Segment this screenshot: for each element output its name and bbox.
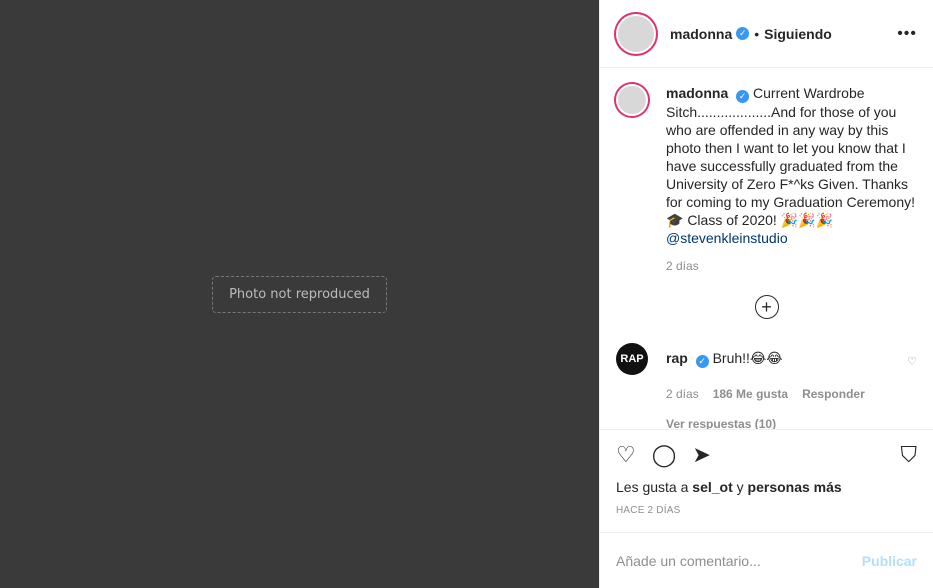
- likes-others[interactable]: personas más: [748, 479, 842, 495]
- comment-meta: 2 días 186 Me gusta Responder: [666, 387, 917, 401]
- comments-area[interactable]: madonna ✓ Current Wardrobe Sitch........…: [600, 68, 933, 429]
- comment-likes[interactable]: 186 Me gusta: [713, 387, 788, 401]
- caption-avatar[interactable]: [616, 84, 648, 116]
- likes-user[interactable]: sel_ot: [692, 479, 732, 495]
- commenter-username[interactable]: rap: [666, 350, 688, 366]
- likes-prefix: Les gusta a: [616, 479, 689, 495]
- author-avatar[interactable]: [616, 13, 656, 54]
- share-icon[interactable]: ➤: [692, 443, 710, 466]
- likes-joiner: y: [736, 479, 744, 495]
- publish-button[interactable]: Publicar: [862, 553, 917, 569]
- media-placeholder: Photo not reproduced: [212, 275, 387, 313]
- reply-button[interactable]: Responder: [802, 387, 865, 401]
- post-header: madonna ✓ • Siguiendo •••: [600, 0, 933, 68]
- author-username[interactable]: madonna: [670, 26, 732, 42]
- commenter-verified-icon: ✓: [695, 355, 709, 368]
- following-button[interactable]: Siguiendo: [764, 26, 832, 42]
- caption-text: Current Wardrobe Sitch..................…: [666, 85, 915, 228]
- action-bar: ♡ ◯ ➤ ⛉: [600, 429, 933, 479]
- post-media[interactable]: Photo not reproduced: [0, 0, 599, 588]
- separator-dot: •: [754, 25, 760, 42]
- view-replies-link[interactable]: Ver respuestas (10): [666, 417, 917, 429]
- load-more-comments: +: [616, 295, 917, 319]
- post-dialog: Photo not reproduced madonna ✓ • Siguien…: [0, 0, 933, 588]
- plus-circle-icon[interactable]: +: [754, 295, 779, 319]
- comment-like-heart-icon[interactable]: ♡: [907, 355, 917, 368]
- more-options-icon[interactable]: •••: [897, 25, 917, 43]
- comment-item: RAP rap ✓ Bruh!!😂😂 ♡ 2 días 186 Me gusta…: [616, 343, 917, 429]
- post-date: HACE 2 DÍAS: [616, 505, 681, 516]
- post-side-panel: madonna ✓ • Siguiendo ••• madonna ✓ Curr…: [599, 0, 933, 588]
- verified-badge-icon: ✓: [736, 27, 750, 40]
- heart-icon[interactable]: ♡: [616, 443, 636, 466]
- commenter-avatar[interactable]: RAP: [616, 343, 648, 375]
- caption-verified-icon: ✓: [736, 90, 750, 103]
- caption-row: madonna ✓ Current Wardrobe Sitch........…: [616, 84, 917, 247]
- caption-time: 2 días: [666, 259, 699, 273]
- comment-input[interactable]: [616, 552, 862, 569]
- bookmark-icon[interactable]: ⛉: [900, 443, 917, 466]
- caption-username[interactable]: madonna: [666, 85, 728, 101]
- comment-body: rap ✓ Bruh!!😂😂: [666, 343, 783, 368]
- caption-mention-link[interactable]: @stevenkleinstudio: [666, 229, 917, 247]
- likes-summary: Les gusta a sel_ot y personas más: [600, 479, 933, 495]
- comment-time: 2 días: [666, 387, 699, 401]
- caption: madonna ✓ Current Wardrobe Sitch........…: [666, 84, 917, 247]
- comment-text: Bruh!!😂😂: [712, 350, 783, 366]
- add-comment-bar: Publicar: [600, 532, 933, 588]
- comment-icon[interactable]: ◯: [652, 443, 677, 466]
